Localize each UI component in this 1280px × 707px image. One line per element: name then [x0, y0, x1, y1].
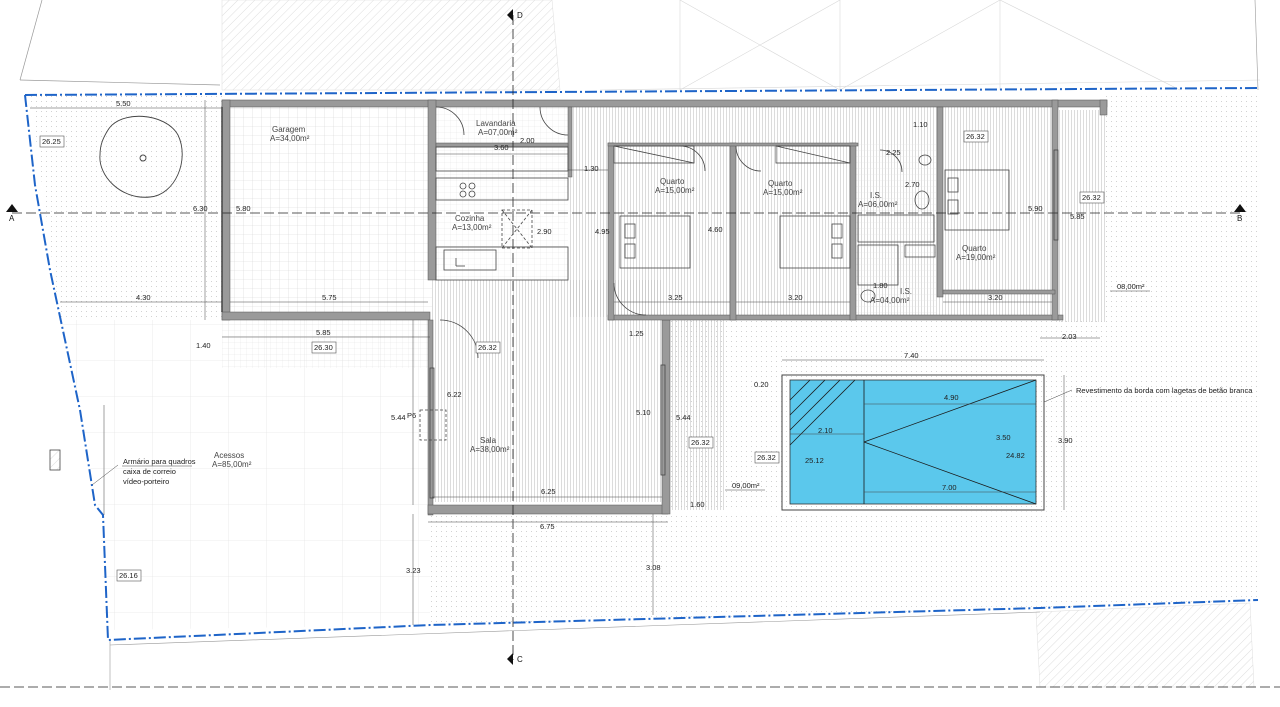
level-5: 26.32 — [1082, 193, 1101, 202]
armario-note-2: caixa de correio — [123, 467, 176, 476]
dim-585: 5.85 — [316, 328, 331, 337]
acessos-area: A=85,00m² — [212, 460, 252, 469]
quarto2-name: Quarto — [768, 179, 793, 188]
level-9: 25.12 — [805, 456, 824, 465]
is1-name: I.S. — [870, 191, 882, 200]
level-1: 26.25 — [42, 137, 61, 146]
deck-area: 09,00m² — [732, 481, 760, 490]
lavandaria-name: Lavandaria — [476, 119, 516, 128]
level-6: 26.32 — [691, 438, 710, 447]
dim-140: 1.40 — [196, 341, 211, 350]
garagem-area: A=34,00m² — [270, 134, 310, 143]
armario-note-1: Armário para quadros — [123, 457, 196, 466]
sala-name: Sala — [480, 436, 497, 445]
dim-490: 4.90 — [944, 393, 959, 402]
dim-740: 7.40 — [904, 351, 919, 360]
dim-323: 3.23 — [406, 566, 421, 575]
dim-544a: 5.44 — [391, 413, 406, 422]
dim-630: 6.30 — [193, 204, 208, 213]
revestimento-note: Revestimento da borda com lagetas de bet… — [1076, 386, 1253, 395]
pool — [781, 374, 1045, 511]
dim-210: 2.10 — [818, 426, 833, 435]
terrace-area: 08,00m² — [1117, 282, 1145, 291]
level-7: 26.16 — [119, 571, 138, 580]
dim-203: 2.03 — [1062, 332, 1077, 341]
section-b-label: B — [1237, 214, 1242, 223]
dim-325: 3.25 — [668, 293, 683, 302]
armario-note-3: vídeo-porteiro — [123, 477, 169, 486]
is2-area: A=04,00m² — [870, 296, 910, 305]
dim-575: 5.75 — [322, 293, 337, 302]
dim-180: 1.80 — [873, 281, 888, 290]
dim-430: 4.30 — [136, 293, 151, 302]
is2-name: I.S. — [900, 287, 912, 296]
dim-320a: 3.20 — [788, 293, 803, 302]
quarto1-area: A=15,00m² — [655, 186, 695, 195]
level-4: 26.32 — [966, 132, 985, 141]
dim-270: 2.70 — [905, 180, 920, 189]
level-10: 24.82 — [1006, 451, 1025, 460]
dim-510: 5.10 — [636, 408, 651, 417]
dim-544b: 5.44 — [676, 413, 691, 422]
dim-125: 1.25 — [629, 329, 644, 338]
level-8: 26.32 — [757, 453, 776, 462]
acessos-name: Acessos — [214, 451, 244, 460]
section-d-label: D — [517, 11, 523, 20]
lavandaria-area: A=07,00m² — [478, 128, 518, 137]
cozinha-name: Cozinha — [455, 214, 485, 223]
pool-water — [789, 379, 1037, 505]
quarto1-name: Quarto — [660, 177, 685, 186]
dim-585b: 5.85 — [1070, 212, 1085, 221]
section-a-marker — [6, 204, 18, 212]
section-a-label: A — [9, 214, 15, 223]
dim-495: 4.95 — [595, 227, 610, 236]
dim-110: 1.10 — [913, 120, 928, 129]
dim-225: 2.25 — [886, 148, 901, 157]
dim-390: 3.90 — [1058, 436, 1073, 445]
dim-622: 6.22 — [447, 390, 462, 399]
is1-area: A=06,00m² — [858, 200, 898, 209]
dim-130: 1.30 — [584, 164, 599, 173]
dim-625: 6.25 — [541, 487, 556, 496]
dim-020: 0.20 — [754, 380, 769, 389]
quarto3-name: Quarto — [962, 244, 987, 253]
dim-700: 7.00 — [942, 483, 957, 492]
quarto2-area: A=15,00m² — [763, 188, 803, 197]
section-c-marker — [507, 653, 513, 665]
cozinha-area: A=13,00m² — [452, 223, 492, 232]
level-2: 26.30 — [314, 343, 333, 352]
dim-590: 5.90 — [1028, 204, 1043, 213]
dim-460: 4.60 — [708, 225, 723, 234]
door-p6: P6 — [407, 411, 416, 420]
dim-320b: 3.20 — [988, 293, 1003, 302]
section-c-label: C — [517, 655, 523, 664]
garagem-name: Garagem — [272, 125, 306, 134]
dim-290: 2.90 — [537, 227, 552, 236]
dim-360: 3.60 — [494, 143, 509, 152]
level-3: 26.32 — [478, 343, 497, 352]
dim-160: 1.60 — [690, 500, 705, 509]
floor-plan: A B D C Garagem A=34,00m² Lavandaria A=0… — [0, 0, 1280, 690]
dim-580: 5.80 — [236, 204, 251, 213]
dim-200: 2.00 — [520, 136, 535, 145]
dim-550: 5.50 — [116, 99, 131, 108]
sala-area: A=38,00m² — [470, 445, 510, 454]
dim-308: 3.08 — [646, 563, 661, 572]
dim-350: 3.50 — [996, 433, 1011, 442]
dim-675: 6.75 — [540, 522, 555, 531]
quarto3-area: A=19,00m² — [956, 253, 996, 262]
